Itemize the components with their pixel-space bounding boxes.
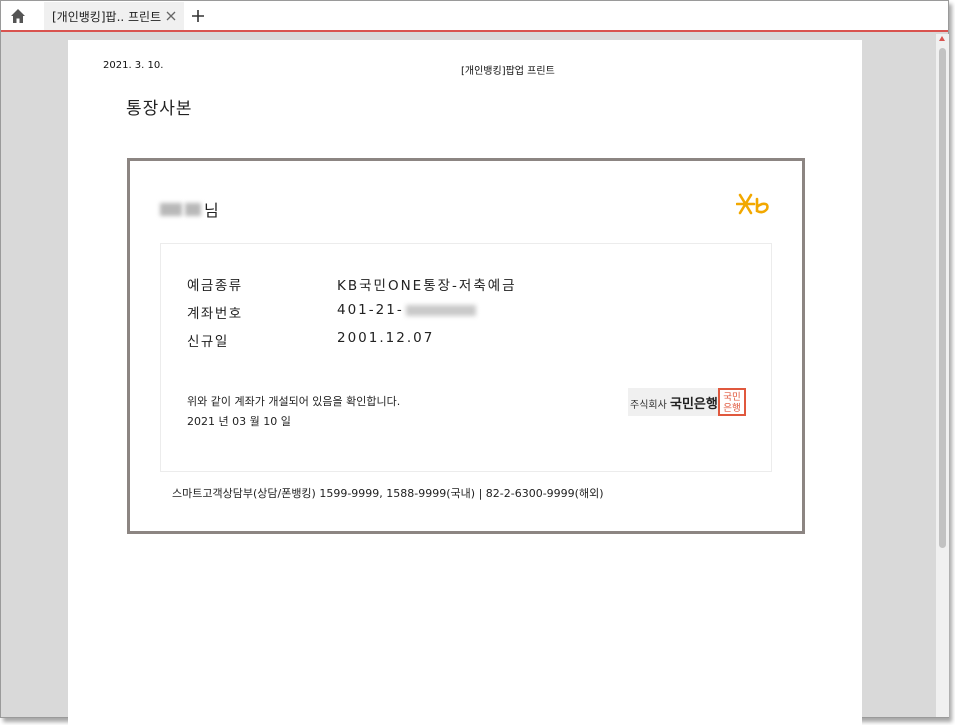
bank-name: 국민은행 bbox=[670, 396, 718, 412]
field-value: 401-21- bbox=[337, 302, 476, 322]
scrollbar-thumb[interactable] bbox=[939, 48, 946, 548]
seal-top: 국민 bbox=[723, 392, 741, 403]
confirmation-block: 위와 같이 계좌가 개설되어 있음을 확인합니다. 2021 년 03 월 10… bbox=[187, 392, 400, 432]
vertical-scrollbar[interactable] bbox=[936, 34, 949, 717]
tab-title: [개인뱅킹]팝.. 프린트 bbox=[52, 9, 162, 24]
field-row: 신규일 2001.12.07 bbox=[187, 330, 434, 350]
account-info-box: 예금종류 KB국민ONE통장-저축예금 계좌번호 401-21- 신규일 200… bbox=[160, 243, 772, 472]
redacted-name bbox=[160, 202, 182, 216]
field-label: 예금종류 bbox=[187, 278, 243, 294]
print-header-date: 2021. 3. 10. bbox=[103, 60, 164, 71]
browser-window: [개인뱅킹]팝.. 프린트 2021. 3. 10. [개인뱅킹]팝업 프린트 … bbox=[0, 0, 949, 725]
bank-seal: 국민 은행 bbox=[718, 388, 746, 416]
field-label: 계좌번호 bbox=[187, 306, 243, 322]
print-page: 2021. 3. 10. [개인뱅킹]팝업 프린트 통장사본 님 예금종류 KB… bbox=[68, 40, 862, 725]
confirmation-text: 위와 같이 계좌가 개설되어 있음을 확인합니다. bbox=[187, 395, 401, 408]
home-icon bbox=[11, 9, 25, 23]
document-title: 통장사본 bbox=[126, 99, 193, 119]
bank-stamp: 주식회사 국민은행 국민 은행 bbox=[628, 388, 746, 416]
holder-suffix: 님 bbox=[204, 201, 219, 220]
passbook-certificate: 님 예금종류 KB국민ONE통장-저축예금 계좌번호 401-21- 신규일 2… bbox=[127, 158, 805, 534]
tab-print-popup[interactable]: [개인뱅킹]팝.. 프린트 bbox=[44, 2, 184, 30]
field-value: KB국민ONE통장-저축예금 bbox=[337, 278, 517, 294]
field-row: 계좌번호 401-21- bbox=[187, 302, 476, 322]
confirmation-date: 2021 년 03 월 10 일 bbox=[187, 415, 291, 428]
print-preview-area: 2021. 3. 10. [개인뱅킹]팝업 프린트 통장사본 님 예금종류 KB… bbox=[1, 34, 936, 725]
bank-name-line: 주식회사 국민은행 bbox=[628, 393, 718, 412]
tab-bar: [개인뱅킹]팝.. 프린트 bbox=[1, 1, 948, 32]
print-header-title: [개인뱅킹]팝업 프린트 bbox=[461, 66, 555, 77]
redacted-account-number bbox=[405, 304, 476, 316]
plus-icon[interactable] bbox=[189, 7, 207, 25]
redacted-name bbox=[185, 202, 201, 216]
kb-logo-icon bbox=[736, 193, 769, 215]
home-button[interactable] bbox=[5, 4, 31, 28]
bank-prefix: 주식회사 bbox=[630, 399, 667, 411]
seal-bottom: 은행 bbox=[723, 403, 741, 414]
field-label: 신규일 bbox=[187, 334, 229, 350]
field-row: 예금종류 KB국민ONE통장-저축예금 bbox=[187, 274, 517, 294]
close-icon[interactable] bbox=[164, 9, 178, 23]
scroll-up-arrow-icon[interactable] bbox=[939, 36, 945, 41]
field-value: 2001.12.07 bbox=[337, 330, 435, 346]
account-number-prefix: 401-21- bbox=[337, 302, 404, 318]
account-holder: 님 bbox=[160, 197, 219, 221]
customer-center-info: 스마트고객상담부(상담/폰뱅킹) 1599-9999, 1588-9999(국내… bbox=[172, 487, 604, 500]
